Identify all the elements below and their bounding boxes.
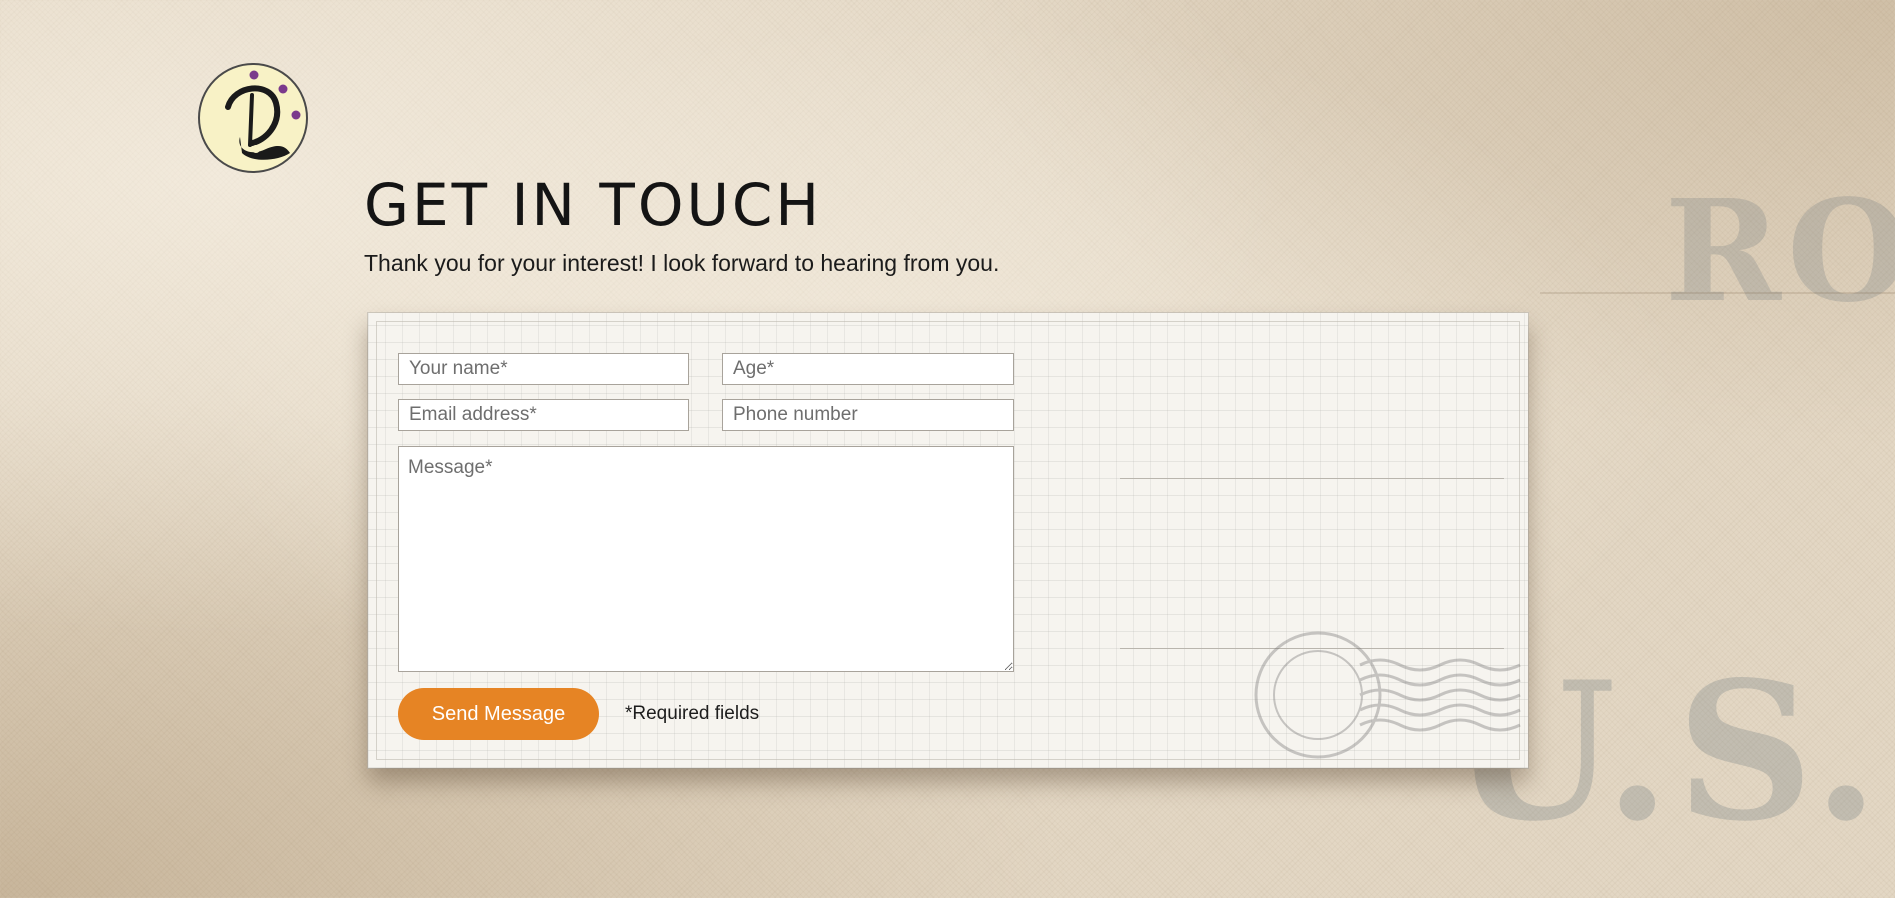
address-line — [1120, 478, 1504, 479]
script-d-logo-icon — [225, 70, 301, 160]
page-subtitle: Thank you for your interest! I look forw… — [364, 250, 1000, 276]
send-message-button[interactable]: Send Message — [398, 688, 599, 740]
phone-input[interactable] — [722, 399, 1014, 431]
message-textarea[interactable] — [398, 446, 1014, 672]
age-input[interactable] — [722, 353, 1014, 385]
contact-postcard: Send Message *Required fields — [368, 313, 1528, 768]
background-rule — [1540, 292, 1895, 294]
background-stamp-letters-top: RO — [1664, 170, 1895, 334]
email-input[interactable] — [398, 399, 689, 431]
page-title: GET IN TOUCH — [364, 171, 823, 239]
postmark-stamp-icon — [1254, 631, 1521, 759]
site-logo[interactable] — [198, 63, 308, 173]
required-fields-note: *Required fields — [625, 703, 760, 724]
name-input[interactable] — [398, 353, 689, 385]
